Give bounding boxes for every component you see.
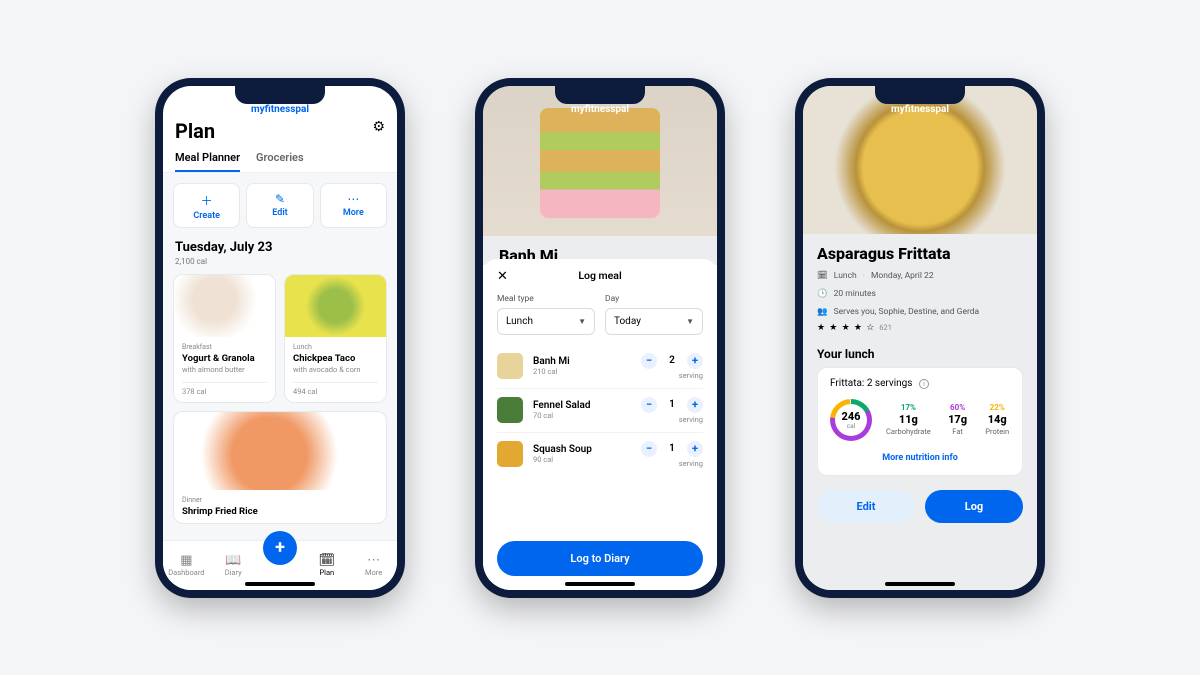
plus-icon: ＋ [174, 192, 239, 209]
meal-card-dinner[interactable]: Dinner Shrimp Fried Rice [173, 411, 387, 524]
home-indicator [245, 582, 315, 586]
more-button[interactable]: ⋯ More [320, 183, 387, 228]
macro-protein: 22% 14g Protein [984, 403, 1010, 436]
panel-header: Frittata: 2 servings [830, 378, 912, 389]
log-button[interactable]: Log [925, 490, 1023, 523]
food-thumb [497, 397, 523, 423]
chevron-down-icon: ▼ [578, 317, 586, 326]
dots-icon: ⋯ [321, 192, 386, 206]
edit-button[interactable]: Edit [817, 490, 915, 523]
page-title: Plan [175, 119, 385, 143]
info-icon[interactable]: i [919, 379, 929, 389]
log-item: Banh Mi 210 cal − 2 + serving [497, 345, 703, 389]
plan-date: Tuesday, July 23 [175, 240, 385, 255]
plus-button[interactable]: + [687, 353, 703, 369]
tab-meal-planner[interactable]: Meal Planner [175, 151, 240, 172]
brand-logo: myfitnesspal [483, 104, 717, 115]
minus-button[interactable]: − [641, 397, 657, 413]
minus-button[interactable]: − [641, 441, 657, 457]
select-day[interactable]: Today ▼ [605, 308, 703, 335]
nutrition-panel: Frittata: 2 servings i 246 cal 17% 11g C… [817, 367, 1023, 476]
create-button[interactable]: ＋ Create [173, 183, 240, 228]
rating-stars[interactable]: ★ ★ ★ ★ ☆ [817, 323, 875, 333]
people-icon: 👥 [817, 307, 828, 317]
nav-dashboard[interactable]: ▦Dashboard [167, 553, 205, 577]
dots-icon: ⋯ [355, 553, 393, 568]
brand-logo: myfitnesspal [803, 104, 1037, 115]
plan-total-calories: 2,100 cal [175, 257, 385, 266]
quantity-value: 1 [665, 399, 679, 410]
home-indicator [565, 582, 635, 586]
chevron-down-icon: ▼ [686, 317, 694, 326]
log-item: Fennel Salad 70 cal − 1 + serving [497, 389, 703, 433]
settings-icon[interactable]: ⚙ [372, 119, 385, 135]
log-meal-sheet: ✕ Log meal Meal type Day Lunch ▼ Today ▼ [483, 259, 717, 590]
meta-serves: Serves you, Sophie, Destine, and Gerda [834, 307, 980, 317]
meal-image [174, 275, 275, 337]
calendar-icon: 🗓 [308, 553, 346, 568]
section-your-lunch: Your lunch [817, 347, 1023, 361]
nav-diary[interactable]: 📖Diary [214, 553, 252, 577]
minus-button[interactable]: − [641, 353, 657, 369]
macro-carb: 17% 11g Carbohydrate [886, 403, 931, 436]
meta-duration: 20 minutes [834, 289, 876, 299]
add-fab[interactable]: + [263, 531, 297, 565]
clock-icon: 🕒 [817, 289, 828, 299]
quantity-value: 2 [665, 355, 679, 366]
meal-image [174, 412, 386, 490]
pencil-icon: ✎ [247, 192, 312, 206]
plus-button[interactable]: + [687, 441, 703, 457]
food-thumb [497, 441, 523, 467]
macro-fat: 60% 17g Fat [945, 403, 971, 436]
plus-button[interactable]: + [687, 397, 703, 413]
recipe-title: Asparagus Frittata [817, 244, 1023, 263]
quantity-value: 1 [665, 443, 679, 454]
tab-groceries[interactable]: Groceries [256, 151, 304, 172]
more-nutrition-link[interactable]: More nutrition info [830, 453, 1010, 463]
edit-button[interactable]: ✎ Edit [246, 183, 313, 228]
sheet-title: Log meal [497, 269, 703, 282]
meta-date: Monday, April 22 [871, 271, 934, 281]
calorie-unit: cal [847, 422, 856, 430]
recipe-hero-image: myfitnesspal [483, 86, 717, 236]
meal-card-lunch[interactable]: Lunch Chickpea Taco with avocado & corn … [284, 274, 387, 403]
meta-meal: Lunch [834, 271, 857, 281]
plus-icon: + [275, 537, 285, 558]
meal-image [285, 275, 386, 337]
log-to-diary-button[interactable]: Log to Diary [497, 541, 703, 576]
nav-plan[interactable]: 🗓Plan [308, 553, 346, 577]
nav-more[interactable]: ⋯More [355, 553, 393, 577]
calendar-icon: 🗓 [817, 271, 828, 281]
select-meal-type[interactable]: Lunch ▼ [497, 308, 595, 335]
rating-count: 621 [879, 323, 892, 332]
close-icon[interactable]: ✕ [497, 269, 508, 284]
book-icon: 📖 [214, 553, 252, 568]
grid-icon: ▦ [167, 553, 205, 568]
label-meal-type: Meal type [497, 294, 595, 304]
calorie-ring: 246 cal [830, 399, 872, 441]
meal-card-breakfast[interactable]: Breakfast Yogurt & Granola with almond b… [173, 274, 276, 403]
recipe-hero-image: myfitnesspal [803, 86, 1037, 234]
home-indicator [885, 582, 955, 586]
log-item: Squash Soup 90 cal − 1 + serving [497, 433, 703, 476]
label-day: Day [605, 294, 703, 304]
food-thumb [497, 353, 523, 379]
